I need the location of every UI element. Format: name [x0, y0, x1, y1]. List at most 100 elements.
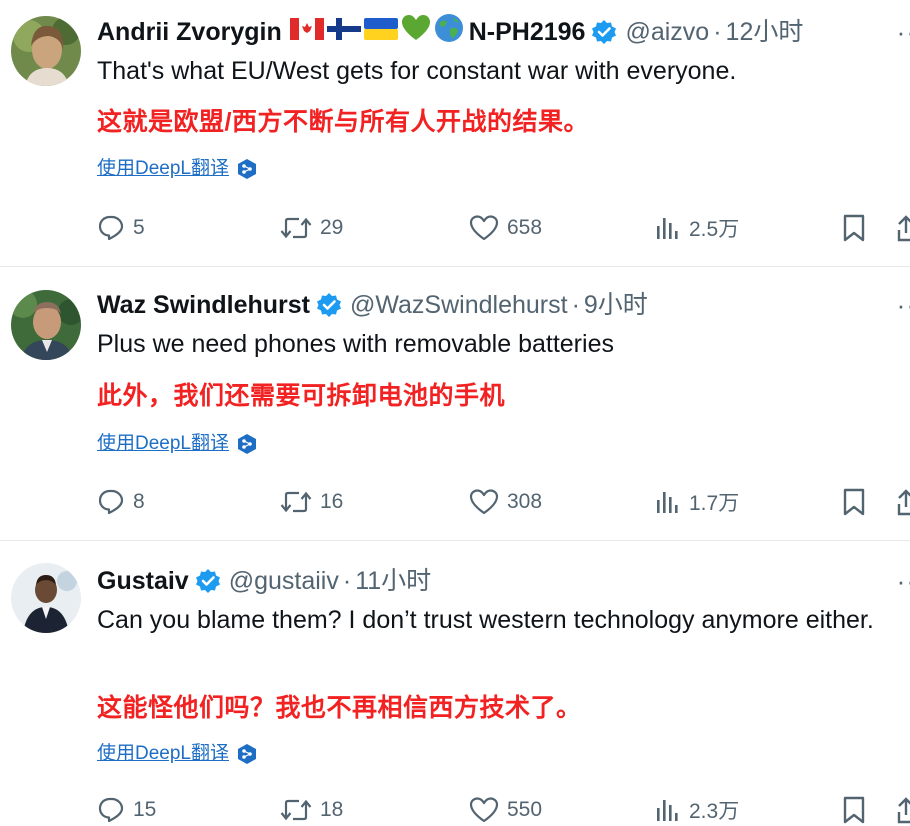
share-button[interactable]: [893, 487, 910, 517]
user-handle[interactable]: @gustaiiv: [229, 564, 339, 598]
ukraine-flag-icon: [363, 15, 398, 49]
repost-count: 16: [320, 490, 344, 513]
views-count: 2.3万: [689, 800, 740, 823]
deepl-logo-icon: [237, 433, 257, 455]
views-button[interactable]: 2.5万: [655, 213, 739, 243]
share-button[interactable]: [893, 795, 910, 825]
share-icon: [893, 213, 910, 243]
share-icon: [893, 795, 910, 825]
reply-icon: [97, 214, 125, 242]
green-heart-icon: [401, 14, 431, 51]
like-count: 658: [507, 216, 543, 239]
bookmark-button[interactable]: [841, 795, 867, 825]
translation-text: 这就是欧盟/西方不断与所有人开战的结果。: [97, 108, 589, 136]
verified-badge-icon: [591, 19, 617, 45]
like-count: 550: [507, 798, 543, 821]
views-button[interactable]: 1.7万: [655, 487, 739, 517]
action-bar: 5 29 658 2.5万: [97, 213, 910, 243]
translate-link[interactable]: 使用DeepL翻译: [97, 741, 257, 767]
repost-button[interactable]: 16: [280, 487, 343, 517]
translate-link[interactable]: 使用DeepL翻译: [97, 156, 257, 182]
tweet-text: Plus we need phones with removable batte…: [97, 330, 614, 358]
reply-count: 15: [133, 798, 157, 821]
reply-count: 8: [133, 490, 145, 513]
bookmark-button[interactable]: [841, 213, 867, 243]
finland-flag-icon: [326, 15, 361, 49]
like-button[interactable]: 550: [469, 795, 542, 825]
timestamp[interactable]: 9小时: [584, 288, 648, 322]
tweet-text: Can you blame them? I don’t trust wester…: [97, 606, 874, 634]
share-icon: [893, 487, 910, 517]
reply-button[interactable]: 8: [97, 487, 145, 517]
bookmark-icon: [841, 213, 867, 243]
tweet-2[interactable]: Waz Swindlehurst @WazSwindlehurst · 9小时 …: [0, 267, 910, 540]
bookmark-icon: [841, 487, 867, 517]
user-handle[interactable]: @aizvo: [625, 15, 709, 49]
verified-badge-icon: [316, 292, 342, 318]
translation-text: 此外，我们还需要可拆卸电池的手机: [97, 382, 506, 410]
bookmark-icon: [841, 795, 867, 825]
timestamp[interactable]: 12小时: [726, 15, 804, 49]
repost-icon: [280, 214, 312, 242]
display-name[interactable]: Andrii Zvorygin: [97, 15, 282, 49]
reply-button[interactable]: 5: [97, 213, 145, 243]
like-button[interactable]: 658: [469, 213, 542, 243]
translate-link[interactable]: 使用DeepL翻译: [97, 431, 257, 457]
repost-icon: [280, 488, 312, 516]
bookmark-button[interactable]: [841, 487, 867, 517]
share-button[interactable]: [893, 213, 910, 243]
deepl-logo-icon: [237, 158, 257, 180]
action-bar: 8 16 308 1.7万: [97, 487, 910, 517]
tweet-header: Gustaiv @gustaiiv · 11小时 ··: [97, 564, 910, 598]
more-options-icon[interactable]: ··: [897, 288, 910, 322]
tweet-text: That's what EU/West gets for constant wa…: [97, 57, 737, 85]
action-bar: 15 18 550 2.3万: [97, 795, 910, 825]
heart-icon: [469, 796, 499, 824]
translation-text: 这能怪他们吗？我也不再相信西方技术了。: [97, 694, 582, 722]
like-button[interactable]: 308: [469, 487, 542, 517]
repost-button[interactable]: 18: [280, 795, 343, 825]
display-name-suffix[interactable]: N-PH2196: [469, 15, 586, 49]
name-emojis: [289, 13, 464, 52]
repost-button[interactable]: 29: [280, 213, 343, 243]
display-name[interactable]: Waz Swindlehurst: [97, 288, 310, 322]
avatar[interactable]: [11, 290, 81, 360]
repost-count: 29: [320, 216, 344, 239]
tweet-header: Andrii Zvorygin N-PH2196 @aizvo · 12小时 ·: [97, 13, 910, 52]
views-button[interactable]: 2.3万: [655, 795, 739, 825]
deepl-logo-icon: [237, 743, 257, 765]
views-count: 2.5万: [689, 218, 740, 241]
reply-icon: [97, 796, 125, 824]
views-count: 1.7万: [689, 492, 740, 515]
verified-badge-icon: [195, 568, 221, 594]
more-options-icon[interactable]: ··: [897, 15, 910, 49]
canada-flag-icon: [289, 15, 324, 49]
reply-button[interactable]: 15: [97, 795, 156, 825]
views-chart-icon: [655, 488, 681, 516]
globe-icon: [434, 13, 464, 52]
heart-icon: [469, 488, 499, 516]
user-handle[interactable]: @WazSwindlehurst: [350, 288, 568, 322]
views-chart-icon: [655, 796, 681, 824]
tweet-1[interactable]: Andrii Zvorygin N-PH2196 @aizvo · 12小时 ·…: [0, 0, 910, 266]
repost-count: 18: [320, 798, 344, 821]
more-options-icon[interactable]: ··: [897, 564, 910, 598]
like-count: 308: [507, 490, 543, 513]
display-name[interactable]: Gustaiv: [97, 564, 189, 598]
separator-dot: ·: [342, 567, 352, 595]
separator-dot: ·: [571, 291, 580, 319]
heart-icon: [469, 214, 499, 242]
views-chart-icon: [655, 214, 681, 242]
repost-icon: [280, 796, 312, 824]
avatar[interactable]: [11, 16, 81, 86]
reply-count: 5: [133, 216, 145, 239]
tweet-header: Waz Swindlehurst @WazSwindlehurst · 9小时 …: [97, 288, 910, 322]
reply-icon: [97, 488, 125, 516]
timestamp[interactable]: 11小时: [355, 564, 431, 598]
tweet-3[interactable]: Gustaiv @gustaiiv · 11小时 ·· Can you blam…: [0, 541, 910, 826]
translate-link-label[interactable]: 使用DeepL翻译: [97, 741, 229, 767]
separator-dot: ·: [713, 18, 722, 46]
avatar[interactable]: [11, 563, 81, 633]
translate-link-label[interactable]: 使用DeepL翻译: [97, 156, 229, 182]
translate-link-label[interactable]: 使用DeepL翻译: [97, 431, 229, 457]
